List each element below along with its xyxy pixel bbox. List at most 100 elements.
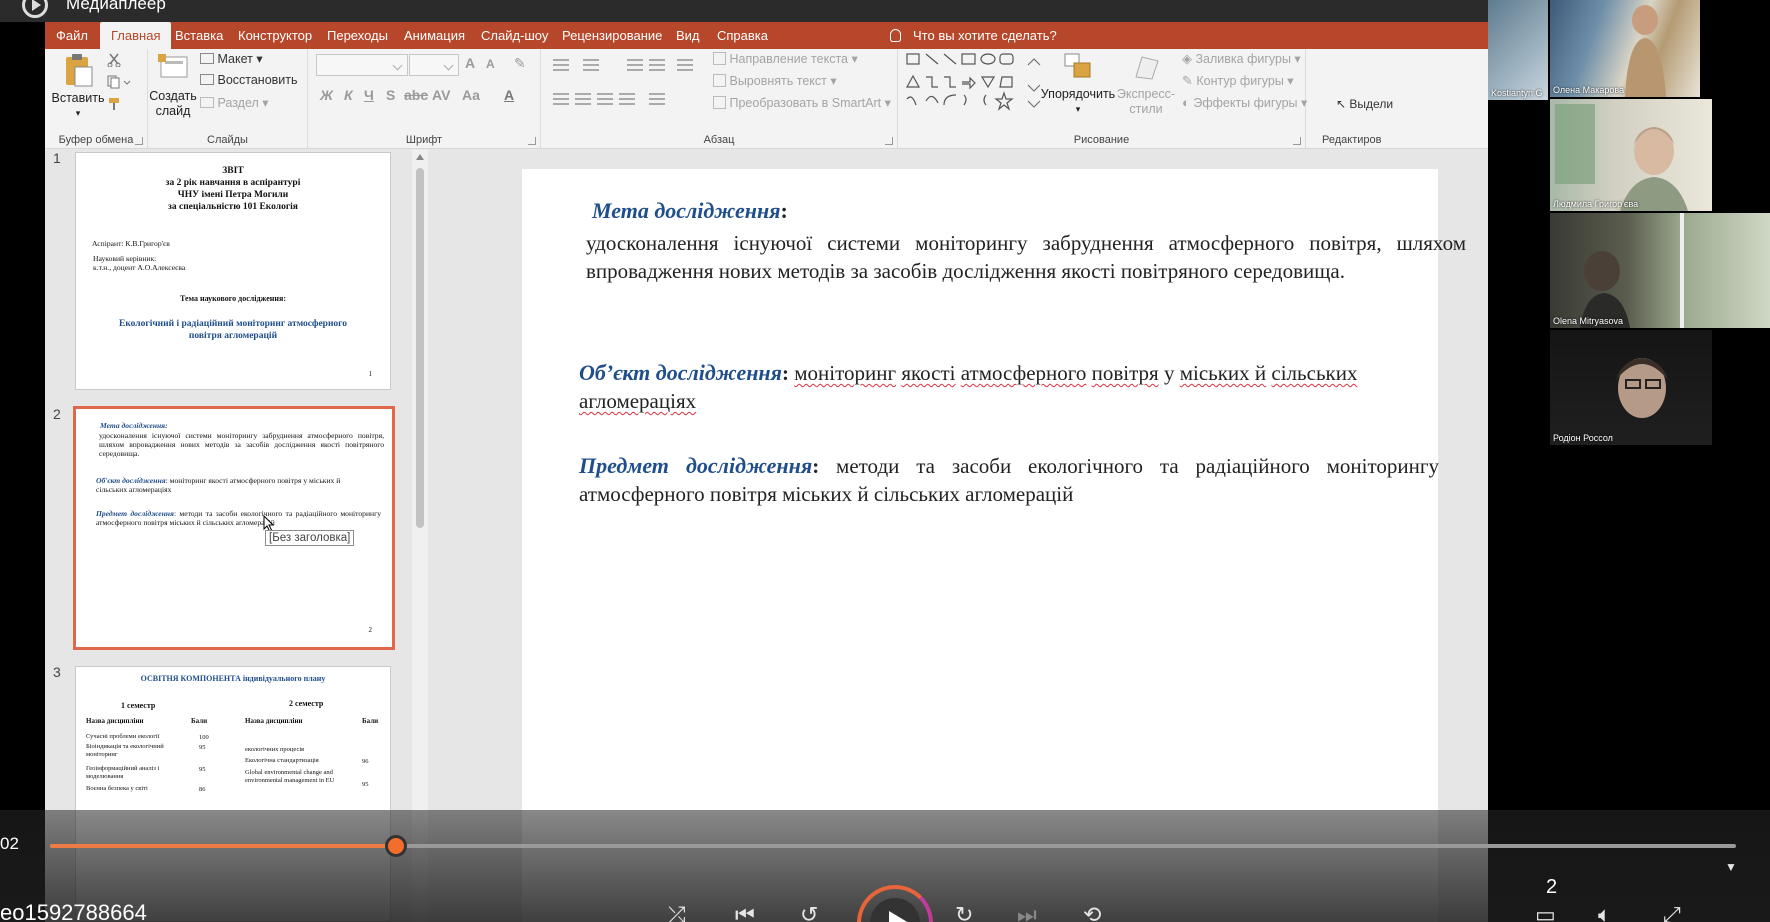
tab-help[interactable]: Справка [706,22,779,49]
fullscreen-icon[interactable]: ⤢ [1663,902,1681,922]
shrink-font-icon[interactable]: A [486,57,495,71]
aim-text[interactable]: удосконалення існуючої системи моніторин… [586,229,1466,285]
tab-home[interactable]: Главная [100,22,172,49]
align-left-icon[interactable] [553,93,569,105]
participant-video[interactable]: Olena Mitryasova [1550,213,1770,328]
thumb3-row: Біоіндикація та екологічний моніторинг [86,743,164,758]
font-family-dropdown[interactable] [316,54,408,76]
thumb3-row: Воєнна безпека у світі [86,785,148,792]
thumb1-title-line: ЧНУ імені Петра Могили [177,190,289,200]
increase-indent-icon[interactable] [649,59,665,71]
text-direction-button[interactable]: Направление текста ▾ [713,51,858,66]
format-painter-icon[interactable] [107,97,121,111]
new-slide-button[interactable]: Создать слайд [148,53,198,119]
repeat-icon[interactable]: ⟲ [1083,902,1101,922]
select-label: Выдели [1349,97,1394,111]
align-text-label: Выровнять текст [729,74,827,88]
scroll-down-icon[interactable]: ▼ [1725,860,1737,874]
arrange-button[interactable]: Упорядочить ▾ [1040,51,1116,117]
font-color-icon[interactable]: A [504,87,514,103]
paragraph-launcher-icon[interactable] [885,137,893,145]
font-launcher-icon[interactable] [528,137,536,145]
columns-icon[interactable] [649,93,665,105]
tab-animations[interactable]: Анимация [393,22,476,49]
smartart-button[interactable]: Преобразовать в SmartArt ▾ [713,95,891,110]
font-group: A A ✎ Ж К Ч S abc AV Aa A Шрифт [308,49,541,149]
font-size-dropdown[interactable] [409,54,459,76]
seek-bar[interactable] [50,835,1736,857]
participant-video[interactable]: Kostiantyn G [1488,0,1548,100]
clear-formatting-icon[interactable]: ✎ [514,55,526,72]
shape-outline-button[interactable]: ✎ Контур фигуры ▾ [1182,73,1294,89]
object-paragraph[interactable]: Об’єкт дослідження: моніторинг якості ат… [579,359,1359,415]
tab-file[interactable]: Файл [45,22,99,49]
seek-bar-knob[interactable] [384,835,407,857]
char-spacing-icon[interactable]: AV [432,87,450,103]
numbering-icon[interactable] [583,59,599,71]
clipboard-launcher-icon[interactable] [135,137,143,145]
volume-icon[interactable]: 🔈︎ [1598,902,1611,922]
shuffle-icon[interactable]: ⤮ [668,902,686,922]
line-spacing-icon[interactable] [677,59,693,71]
participant-avatar-shape [1555,104,1688,211]
previous-icon[interactable]: ⏮ [735,902,755,922]
shadow-icon[interactable]: S [386,87,395,103]
cut-icon[interactable] [107,53,121,67]
shapes-gallery-icon[interactable] [904,51,1032,111]
thumbnails-scrollbar[interactable] [412,150,428,922]
aim-colon: : [780,198,788,223]
tab-insert[interactable]: Вставка [164,22,234,49]
grow-font-icon[interactable]: A [465,55,475,71]
forward-30-icon[interactable]: ↻ [955,902,973,922]
tab-review[interactable]: Рецензирование [551,22,673,49]
thumb1-topic-label: Тема наукового дослідження: [180,294,286,303]
tab-slideshow[interactable]: Слайд-шоу [470,22,559,49]
paste-button[interactable]: Вставить ▾ [49,53,107,121]
align-text-button[interactable]: Выровнять текст ▾ [713,73,837,88]
bold-icon[interactable]: Ж [320,87,333,103]
next-icon[interactable]: ⏭ [1017,902,1037,922]
paragraph-group-label: Абзац [703,134,735,146]
rewind-10-icon[interactable]: ↺ [800,902,818,922]
change-case-icon[interactable]: Aa [462,87,480,103]
tab-design[interactable]: Конструктор [227,22,323,49]
thumb1-aspirant: Аспірант: К.В.Григор'єв [92,239,170,248]
italic-icon[interactable]: К [344,87,353,103]
shape-effects-button[interactable]: ◐ Эффекты фигуры ▾ [1182,95,1307,110]
layout-button[interactable]: Макет ▾ [200,51,263,66]
slide-thumbnail-2[interactable]: Мета дослідження: удосконалення існуючої… [73,406,395,650]
copy-icon[interactable] [107,75,131,89]
strikethrough-icon[interactable]: abc [404,87,428,103]
miniplayer-icon[interactable]: ▭ [1535,902,1556,922]
tab-view[interactable]: Вид [665,22,711,49]
lightbulb-icon [890,29,901,42]
media-controls: 02 2 ео1592788664 ⤮ ⏮ ↺ ↻ ⏭ ⟲ ▭ 🔈︎ ⤢ ▼ [0,810,1770,922]
slide-thumbnail-1[interactable]: ЗВІТ за 2 рік навчання в аспірантурі ЧНУ… [75,152,391,390]
quick-styles-button[interactable]: Экспресс-стили [1114,51,1178,117]
tell-me-search[interactable]: Что вы хотите сделать? [890,22,1057,49]
aim-head-text: Мета дослідження [592,198,781,223]
decrease-indent-icon[interactable] [627,59,643,71]
bullets-icon[interactable] [553,59,569,71]
aim-heading[interactable]: Мета дослідження: [592,198,788,224]
justify-icon[interactable] [619,93,635,105]
thumb3-score: 95 [362,781,369,788]
shape-fill-icon: ◈ [1182,51,1192,66]
scroll-up-icon[interactable] [416,154,424,160]
subject-paragraph[interactable]: Предмет дослідження: методи та засоби ек… [579,452,1439,508]
tab-transitions[interactable]: Переходы [316,22,399,49]
shape-fill-button[interactable]: ◈ Заливка фигуры ▾ [1182,51,1301,67]
section-button[interactable]: Раздел ▾ [200,95,269,110]
select-button[interactable]: ↖ Выдели [1336,97,1393,111]
object-word: атмосферного [960,361,1087,385]
align-right-icon[interactable] [597,93,613,105]
reset-button[interactable]: Восстановить [200,73,298,87]
participant-video[interactable]: Людмила Григор'єва [1550,99,1712,211]
align-center-icon[interactable] [575,93,591,105]
drawing-launcher-icon[interactable] [1293,137,1301,145]
participant-video[interactable]: Родіон Россол [1550,330,1712,445]
participant-name: Kostiantyn G [1491,88,1543,98]
participant-video[interactable]: Олена Макарова [1550,0,1700,97]
underline-icon[interactable]: Ч [364,87,374,103]
thumbnails-scroll-thumb[interactable] [416,168,424,528]
